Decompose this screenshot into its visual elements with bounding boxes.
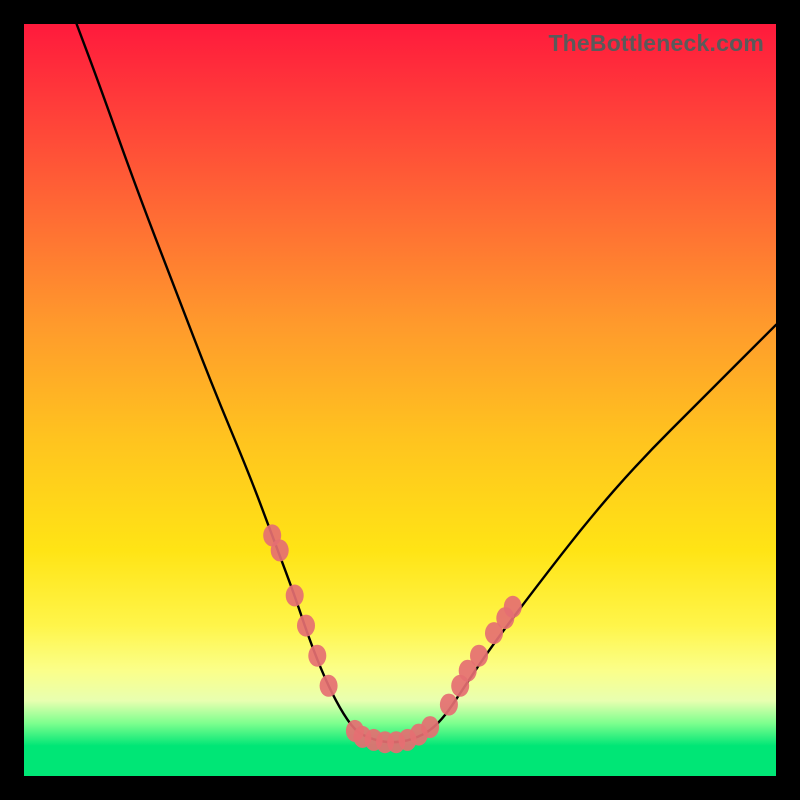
curve-marker (286, 585, 304, 607)
curve-marker (470, 645, 488, 667)
curve-marker (320, 675, 338, 697)
curve-marker (421, 716, 439, 738)
curve-marker (297, 615, 315, 637)
curve-marker (504, 596, 522, 618)
marker-group (263, 524, 522, 753)
bottleneck-curve (77, 24, 776, 742)
chart-overlay (24, 24, 776, 776)
curve-marker (308, 645, 326, 667)
curve-marker (271, 539, 289, 561)
chart-plot-area: TheBottleneck.com (24, 24, 776, 776)
curve-marker (440, 694, 458, 716)
